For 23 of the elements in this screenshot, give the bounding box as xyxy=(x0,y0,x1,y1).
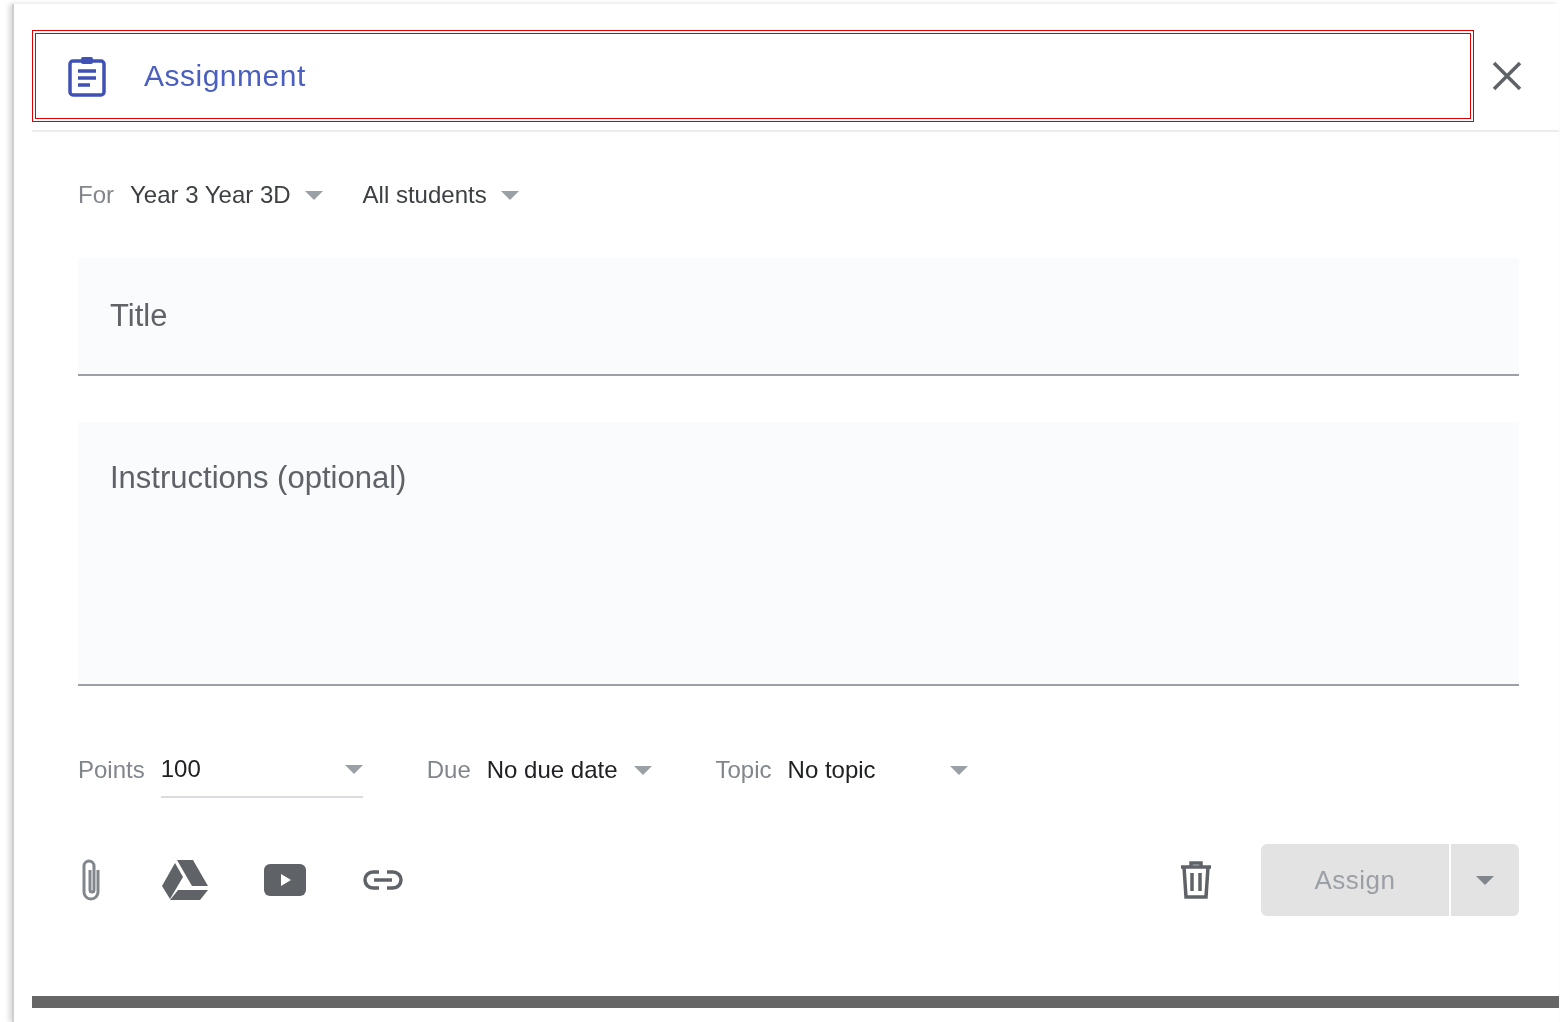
delete-icon[interactable] xyxy=(1179,861,1213,899)
instructions-field[interactable]: Instructions (optional) xyxy=(78,422,1519,686)
detail-label: Topic xyxy=(715,756,772,784)
detail-label: Due xyxy=(426,756,471,784)
link-icon[interactable] xyxy=(362,869,404,891)
video-icon[interactable] xyxy=(264,864,306,896)
detail-label: Points xyxy=(78,756,145,784)
caret-icon xyxy=(304,190,323,200)
title-field[interactable]: Title xyxy=(78,258,1519,376)
points-field[interactable]: 100 xyxy=(160,742,363,798)
class-dropdown[interactable]: Year 3 Year 3D xyxy=(130,181,323,209)
dialog-title: Assignment xyxy=(144,59,306,93)
detail-dropdown[interactable]: No due date xyxy=(486,742,652,798)
detail-dropdown[interactable]: No topic xyxy=(787,742,968,798)
caret-icon xyxy=(500,190,519,200)
for-label: For xyxy=(78,181,114,209)
students-dropdown[interactable]: All students xyxy=(362,181,519,209)
caret-icon xyxy=(633,765,652,775)
caret-icon xyxy=(1476,875,1494,885)
caret-icon xyxy=(949,765,968,775)
clipboard-icon xyxy=(68,55,106,97)
caret-icon xyxy=(344,764,363,774)
drive-icon[interactable] xyxy=(162,860,208,900)
